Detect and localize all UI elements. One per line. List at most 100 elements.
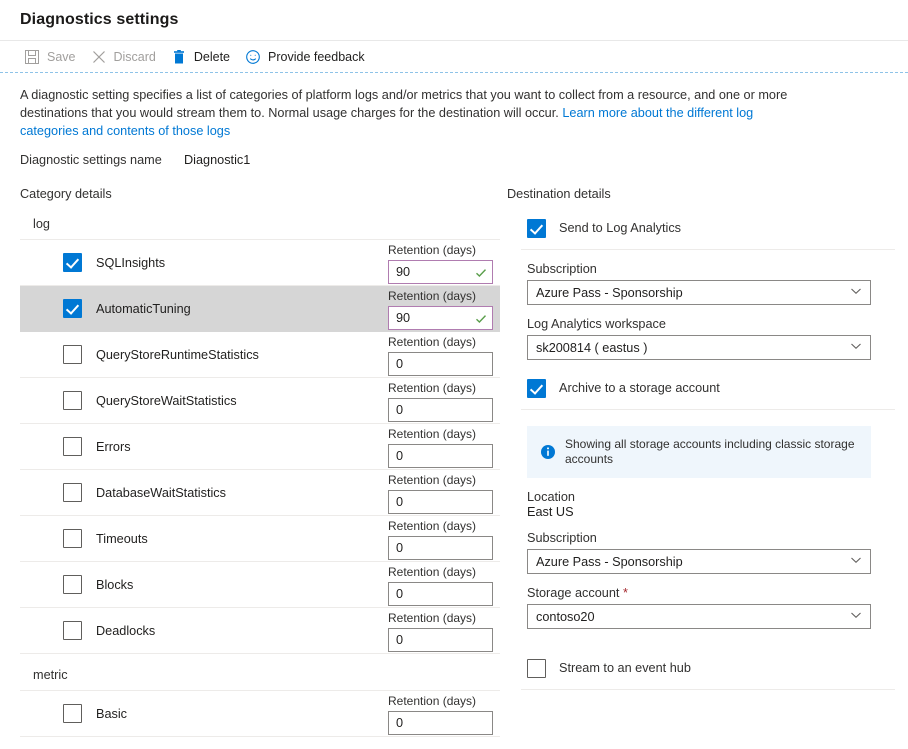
storage-account-select[interactable]: contoso20 — [527, 604, 871, 629]
retention-cell: Retention (days) — [388, 694, 500, 735]
storage-subscription-field: Subscription Azure Pass - Sponsorship — [507, 531, 895, 574]
page-title: Diagnostics settings — [20, 11, 178, 29]
retention-input[interactable] — [388, 582, 493, 606]
event-hub-divider — [521, 689, 895, 690]
diagnostic-settings-name-label: Diagnostic settings name — [20, 153, 184, 167]
archive-to-storage-checkbox[interactable] — [527, 379, 546, 398]
category-checkbox[interactable] — [63, 621, 82, 640]
log-analytics-divider — [521, 249, 895, 250]
retention-input-wrap — [388, 352, 493, 376]
retention-label: Retention (days) — [388, 611, 476, 625]
retention-input[interactable] — [388, 628, 493, 652]
category-cell: Basic — [32, 704, 388, 723]
category-checkbox[interactable] — [63, 299, 82, 318]
storage-account-select-wrap: contoso20 — [527, 604, 871, 629]
discard-label: Discard — [114, 50, 156, 64]
retention-input[interactable] — [388, 711, 493, 735]
save-label: Save — [47, 50, 76, 64]
discard-icon — [91, 49, 107, 65]
group-spacer — [20, 654, 500, 668]
storage-account-field: Storage account * contoso20 — [507, 586, 895, 629]
la-subscription-select[interactable]: Azure Pass - Sponsorship — [527, 280, 871, 305]
stream-to-event-hub-label: Stream to an event hub — [559, 661, 691, 675]
delete-icon — [171, 49, 187, 65]
diagnostic-settings-name-value: Diagnostic1 — [184, 153, 250, 167]
retention-input[interactable] — [388, 536, 493, 560]
retention-cell: Retention (days) — [388, 381, 500, 422]
la-subscription-field: Subscription Azure Pass - Sponsorship — [507, 262, 895, 305]
category-checkbox[interactable] — [63, 575, 82, 594]
category-table: BasicRetention (days) — [20, 690, 500, 737]
storage-subscription-select-wrap: Azure Pass - Sponsorship — [527, 549, 871, 574]
toolbar-divider — [0, 72, 908, 73]
retention-input[interactable] — [388, 260, 493, 284]
archive-to-storage-row[interactable]: Archive to a storage account — [507, 377, 895, 399]
retention-label: Retention (days) — [388, 289, 476, 303]
table-row[interactable]: BasicRetention (days) — [20, 691, 500, 737]
category-cell: Deadlocks — [32, 621, 388, 640]
la-subscription-select-wrap: Azure Pass - Sponsorship — [527, 280, 871, 305]
category-checkbox[interactable] — [63, 391, 82, 410]
table-row[interactable]: ErrorsRetention (days) — [20, 424, 500, 470]
table-row[interactable]: QueryStoreRuntimeStatisticsRetention (da… — [20, 332, 500, 378]
command-bar: Save Discard Delete — [0, 41, 908, 73]
discard-button[interactable]: Discard — [87, 43, 167, 71]
retention-input[interactable] — [388, 398, 493, 422]
storage-location-value: East US — [527, 505, 895, 519]
delete-button[interactable]: Delete — [167, 43, 241, 71]
la-workspace-select-wrap: sk200814 ( eastus ) — [527, 335, 871, 360]
category-checkbox[interactable] — [63, 529, 82, 548]
send-to-log-analytics-checkbox[interactable] — [527, 219, 546, 238]
la-workspace-select[interactable]: sk200814 ( eastus ) — [527, 335, 871, 360]
category-label: Deadlocks — [96, 624, 155, 638]
retention-input-wrap — [388, 306, 493, 330]
table-row[interactable]: DatabaseWaitStatisticsRetention (days) — [20, 470, 500, 516]
table-row[interactable]: QueryStoreWaitStatistics Retention (days) — [20, 378, 500, 424]
category-checkbox[interactable] — [63, 345, 82, 364]
category-group-label: log — [20, 217, 500, 231]
table-row[interactable]: Deadlocks Retention (days) — [20, 608, 500, 654]
category-checkbox[interactable] — [63, 483, 82, 502]
la-workspace-field: Log Analytics workspace sk200814 ( eastu… — [507, 317, 895, 360]
retention-input[interactable] — [388, 444, 493, 468]
category-cell: DatabaseWaitStatistics — [32, 483, 388, 502]
category-checkbox[interactable] — [63, 704, 82, 723]
category-checkbox[interactable] — [63, 253, 82, 272]
retention-input-wrap — [388, 444, 493, 468]
table-row[interactable]: TimeoutsRetention (days) — [20, 516, 500, 562]
retention-label: Retention (days) — [388, 243, 476, 257]
save-button[interactable]: Save — [20, 43, 87, 71]
category-checkbox[interactable] — [63, 437, 82, 456]
category-label: SQLInsights — [96, 256, 165, 270]
retention-input-wrap — [388, 711, 493, 735]
retention-label: Retention (days) — [388, 565, 476, 579]
retention-cell: Retention (days) — [388, 289, 500, 330]
retention-label: Retention (days) — [388, 335, 476, 349]
category-details-title: Category details — [20, 187, 500, 201]
storage-divider — [521, 409, 895, 410]
send-to-log-analytics-row[interactable]: Send to Log Analytics — [507, 217, 895, 239]
table-row[interactable]: SQLInsights Retention (days) — [20, 240, 500, 286]
la-subscription-label: Subscription — [527, 262, 895, 276]
storage-subscription-select[interactable]: Azure Pass - Sponsorship — [527, 549, 871, 574]
category-cell: Errors — [32, 437, 388, 456]
storage-info-banner: Showing all storage accounts including c… — [527, 426, 871, 478]
table-row[interactable]: AutomaticTuningRetention (days) — [20, 286, 500, 332]
stream-to-event-hub-checkbox[interactable] — [527, 659, 546, 678]
destination-details-title: Destination details — [507, 187, 895, 201]
provide-feedback-button[interactable]: Provide feedback — [241, 43, 376, 71]
category-group-label: metric — [20, 668, 500, 682]
stream-to-event-hub-row[interactable]: Stream to an event hub — [507, 657, 895, 679]
storage-subscription-label: Subscription — [527, 531, 895, 545]
category-cell: QueryStoreWaitStatistics — [32, 391, 388, 410]
delete-label: Delete — [194, 50, 230, 64]
table-row[interactable]: BlocksRetention (days) — [20, 562, 500, 608]
retention-label: Retention (days) — [388, 381, 476, 395]
category-label: QueryStoreWaitStatistics — [96, 394, 237, 408]
retention-input[interactable] — [388, 306, 493, 330]
retention-cell: Retention (days) — [388, 427, 500, 468]
retention-cell: Retention (days) — [388, 243, 500, 284]
retention-input[interactable] — [388, 490, 493, 514]
retention-input[interactable] — [388, 352, 493, 376]
category-details-panel: Category details log SQLInsights Retention… — [20, 187, 500, 737]
